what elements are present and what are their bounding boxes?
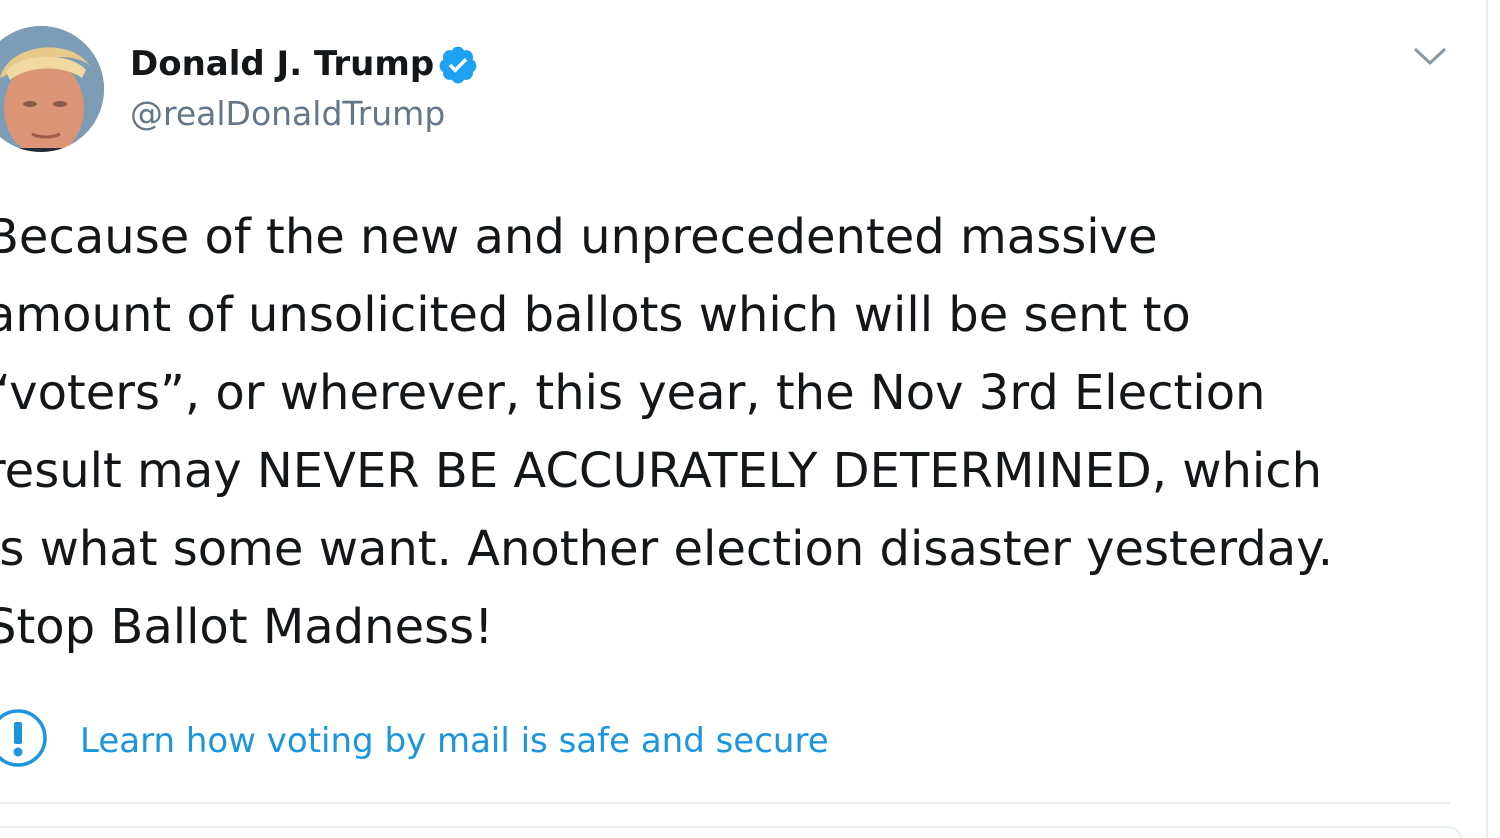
avatar-portrait bbox=[0, 26, 104, 152]
chevron-down-icon[interactable] bbox=[1410, 40, 1450, 72]
tweet-line: Stop Ballot Madness! bbox=[0, 599, 494, 655]
exclamation-circle-icon bbox=[0, 709, 47, 767]
tweet-line: Because of the new and unprecedented mas… bbox=[0, 209, 1158, 265]
tweet-card: Donald J. Trump @realDonaldTrump Because… bbox=[0, 0, 1500, 838]
divider bbox=[0, 802, 1450, 804]
tweet-line: amount of unsolicited ballots which will… bbox=[0, 287, 1191, 343]
tweet-body: Because of the new and unprecedented mas… bbox=[0, 198, 1466, 666]
tweet-line: “voters”, or wherever, this year, the No… bbox=[0, 365, 1266, 421]
voting-info-link[interactable]: Learn how voting by mail is safe and sec… bbox=[80, 718, 829, 764]
verified-badge-icon bbox=[439, 46, 477, 84]
next-card-edge bbox=[0, 826, 1462, 838]
card-right-border bbox=[1486, 0, 1488, 838]
author-avatar[interactable] bbox=[0, 26, 104, 152]
author-handle[interactable]: @realDonaldTrump bbox=[130, 92, 445, 136]
author-display-name[interactable]: Donald J. Trump bbox=[130, 42, 434, 86]
tweet-line: is what some want. Another election disa… bbox=[0, 521, 1333, 577]
tweet-line: result may NEVER BE ACCURATELY DETERMINE… bbox=[0, 443, 1323, 499]
